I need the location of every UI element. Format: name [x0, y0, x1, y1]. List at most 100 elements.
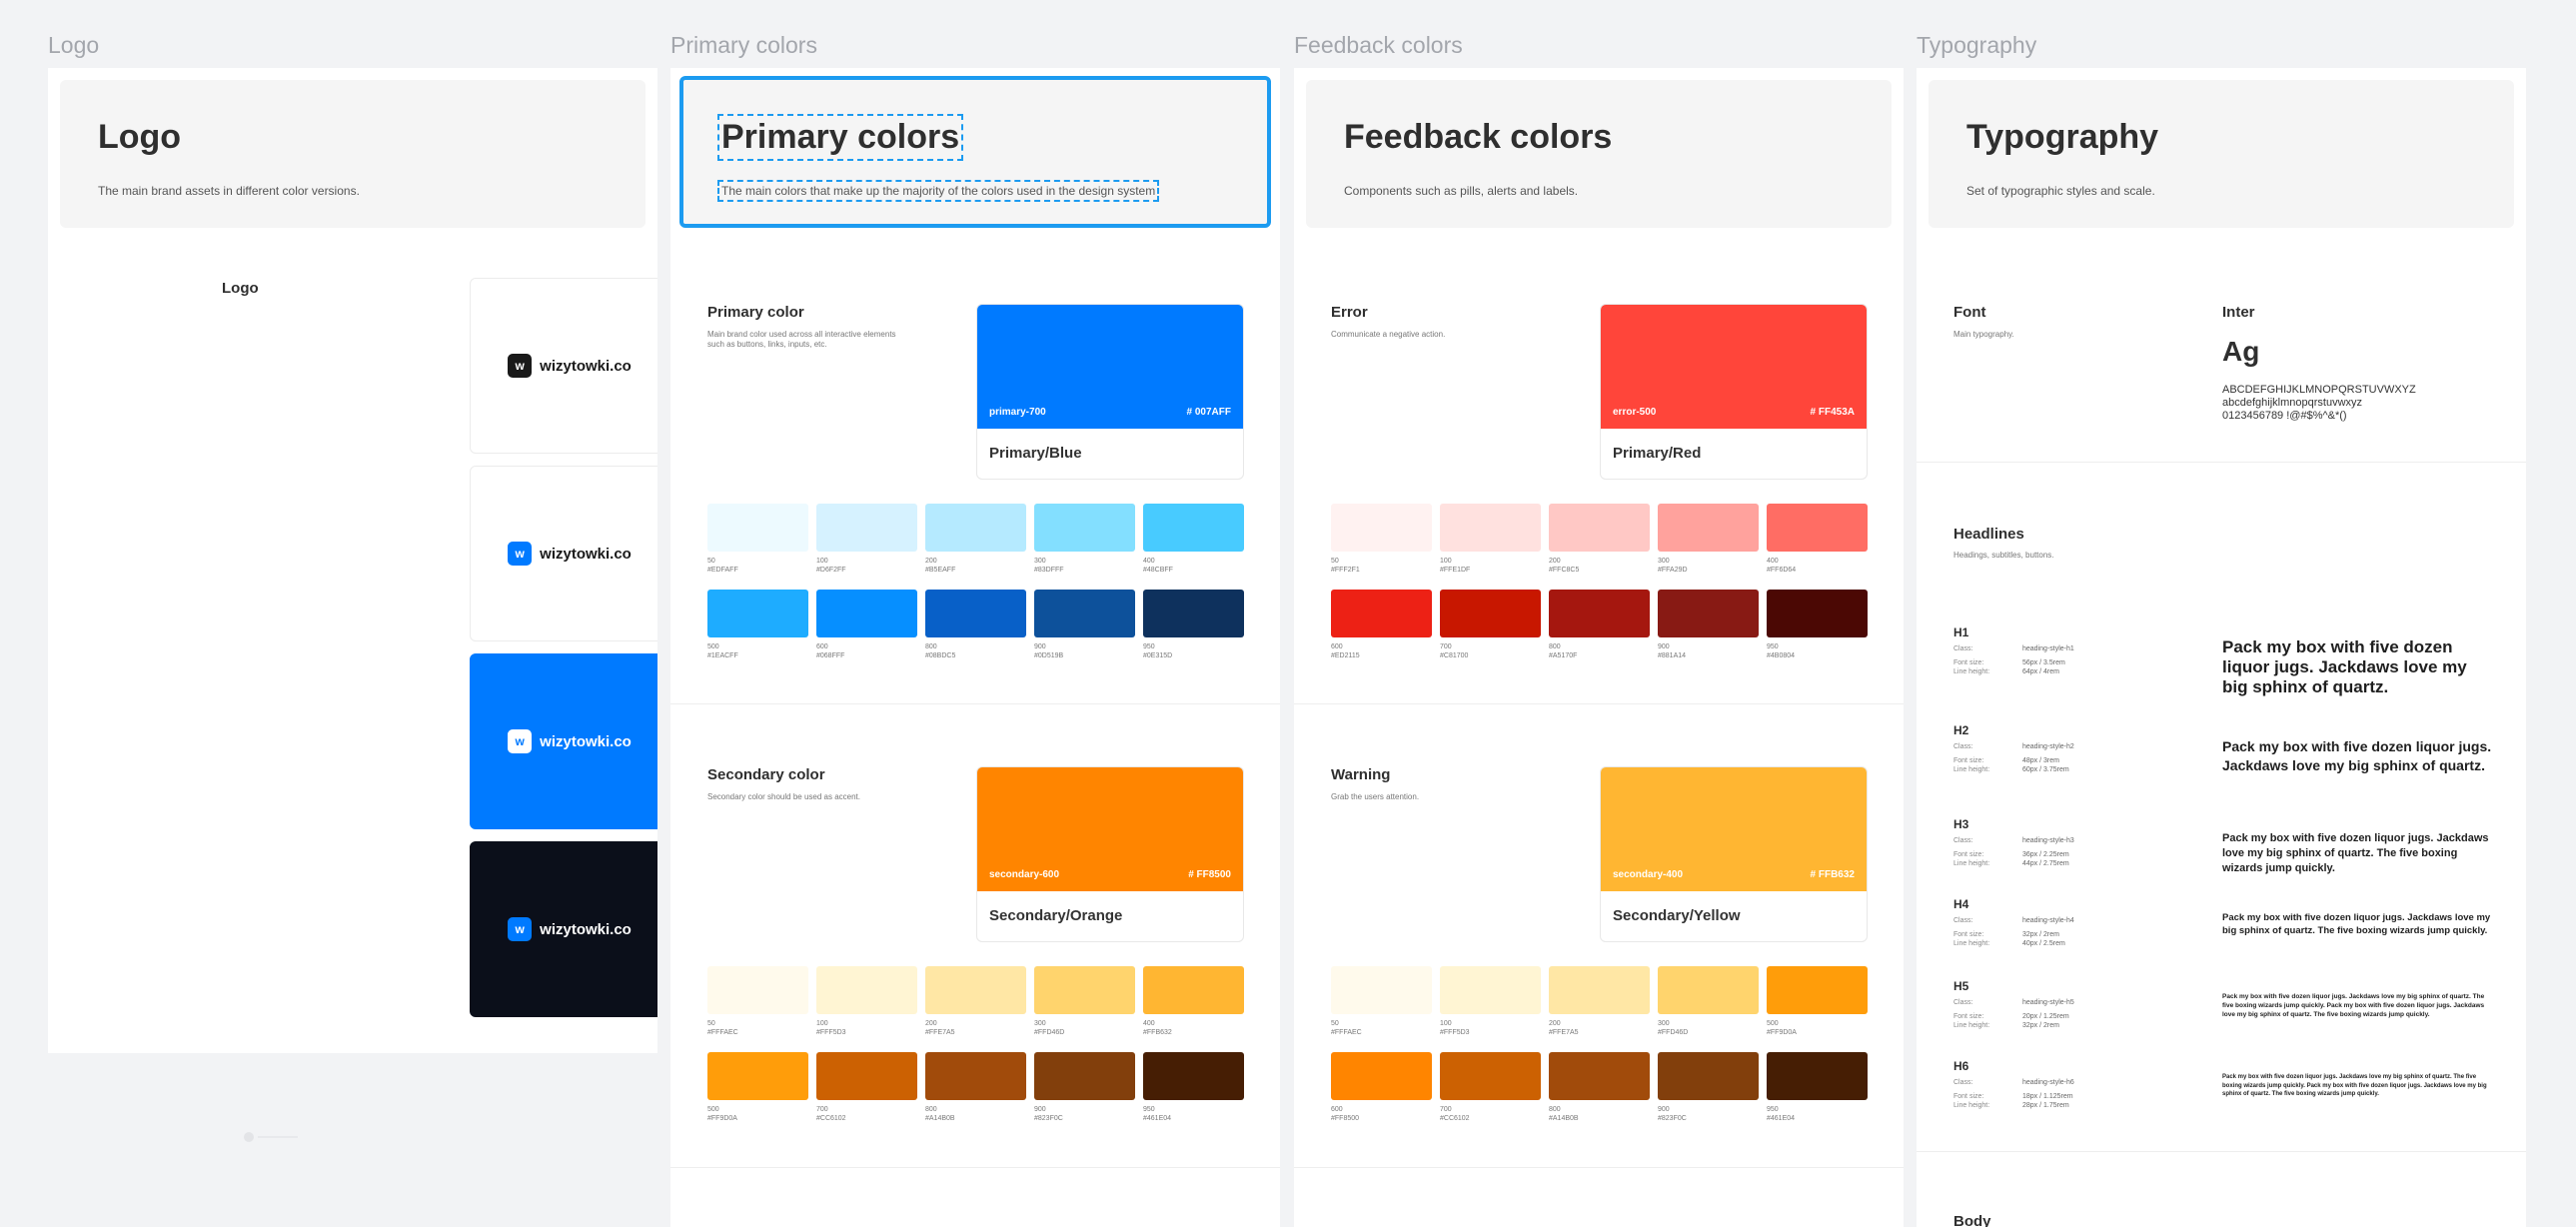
line-height-value: 44px / 2.75rem — [2022, 860, 2069, 867]
color-swatch[interactable] — [1143, 1052, 1244, 1100]
font-size-label: Font size: — [1953, 1093, 1984, 1100]
swatch-hex: #FFA29D — [1658, 567, 1688, 574]
color-swatch[interactable] — [1331, 590, 1432, 637]
color-swatch[interactable] — [1658, 504, 1759, 552]
color-swatch[interactable] — [1767, 504, 1868, 552]
swatch-hex: #FFD46D — [1034, 1029, 1065, 1036]
swatch-hex: #A14B0B — [1549, 1115, 1579, 1122]
logo-frame[interactable]: Logo The main brand assets in different … — [48, 68, 657, 1053]
swatch-step: 950 — [1143, 1106, 1155, 1113]
swatch-hex: #0D519B — [1034, 652, 1064, 659]
class-value: heading-style-h2 — [2022, 743, 2074, 750]
feedback-hero: Feedback colors Components such as pills… — [1306, 80, 1892, 228]
line-height-value: 32px / 2rem — [2022, 1022, 2059, 1029]
color-swatch[interactable] — [1143, 504, 1244, 552]
color-swatch[interactable] — [1034, 1052, 1135, 1100]
color-swatch[interactable] — [1549, 590, 1650, 637]
page-description: Set of typographic styles and scale. — [1966, 184, 2155, 198]
swatch-step: 700 — [1440, 1106, 1452, 1113]
swatch-step: 500 — [707, 1106, 719, 1113]
font-label: Font — [1953, 304, 1986, 321]
color-swatch[interactable] — [1331, 1052, 1432, 1100]
section-divider — [1294, 1167, 1904, 1168]
color-swatch[interactable] — [1143, 590, 1244, 637]
warning-color-card[interactable]: secondary-400 # FFB632 Secondary/Yellow — [1600, 766, 1868, 942]
font-size-value: 56px / 3.5rem — [2022, 659, 2065, 666]
font-name: Inter — [2222, 304, 2255, 321]
primary-colors-frame[interactable]: Primary colors The main colors that make… — [670, 68, 1280, 1227]
secondary-color-card[interactable]: secondary-600 # FF8500 Secondary/Orange — [976, 766, 1244, 942]
swatch-step: 300 — [1658, 1020, 1670, 1027]
color-token: primary-700 — [989, 407, 1046, 418]
font-size-value: 36px / 2.25rem — [2022, 851, 2069, 858]
color-swatch[interactable] — [1331, 504, 1432, 552]
error-color-card[interactable]: error-500 # FF453A Primary/Red — [1600, 304, 1868, 480]
color-swatch[interactable] — [707, 504, 808, 552]
color-swatch[interactable] — [1143, 966, 1244, 1014]
class-label: Class: — [1953, 917, 1973, 924]
logo-card-blue[interactable]: w wizytowki.co — [470, 653, 657, 829]
swatch-step: 50 — [1331, 1020, 1339, 1027]
logo-mark-icon: w — [508, 542, 533, 566]
color-swatch[interactable] — [1549, 1052, 1650, 1100]
color-swatch[interactable] — [1658, 1052, 1759, 1100]
logo-card-light-blue[interactable]: w wizytowki.co — [470, 466, 657, 641]
swatch-step: 50 — [707, 1020, 715, 1027]
primary-color-card[interactable]: primary-700 # 007AFF Primary/Blue — [976, 304, 1244, 480]
color-swatch[interactable] — [707, 966, 808, 1014]
color-swatch[interactable] — [1440, 1052, 1541, 1100]
swatch-step: 950 — [1767, 1106, 1779, 1113]
feedback-colors-frame[interactable]: Feedback colors Components such as pills… — [1294, 68, 1904, 1227]
color-swatch[interactable] — [1658, 590, 1759, 637]
swatch-hex: #FFFAEC — [1331, 1029, 1362, 1036]
logo-section-title: Logo — [222, 280, 259, 297]
class-value: heading-style-h1 — [2022, 645, 2074, 652]
color-swatch[interactable] — [925, 504, 1026, 552]
section-divider — [1917, 1151, 2526, 1152]
color-swatch[interactable] — [925, 966, 1026, 1014]
character-set: ABCDEFGHIJKLMNOPQRSTUVWXYZ abcdefghijklm… — [2222, 384, 2416, 423]
swatch-step: 400 — [1143, 558, 1155, 565]
color-swatch[interactable] — [1767, 1052, 1868, 1100]
swatch-step: 950 — [1143, 643, 1155, 650]
color-swatch[interactable] — [925, 590, 1026, 637]
swatch-step: 200 — [925, 1020, 937, 1027]
swatch-step: 900 — [1658, 643, 1670, 650]
color-swatch[interactable] — [1440, 966, 1541, 1014]
class-value: heading-style-h3 — [2022, 837, 2074, 844]
color-swatch[interactable] — [1658, 966, 1759, 1014]
color-swatch[interactable] — [925, 1052, 1026, 1100]
color-swatch[interactable] — [1331, 966, 1432, 1014]
swatch-step: 300 — [1034, 1020, 1046, 1027]
swatch-hex: #FFF5D3 — [816, 1029, 846, 1036]
swatch-hex: #ED2115 — [1331, 652, 1360, 659]
color-swatch[interactable] — [816, 590, 917, 637]
swatch-step: 200 — [1549, 558, 1561, 565]
color-swatch[interactable] — [1034, 966, 1135, 1014]
color-swatch[interactable] — [816, 966, 917, 1014]
heading-label: H2 — [1953, 723, 1969, 737]
color-swatch[interactable] — [1440, 590, 1541, 637]
color-swatch[interactable] — [707, 1052, 808, 1100]
color-swatch[interactable] — [1549, 966, 1650, 1014]
color-swatch[interactable] — [816, 1052, 917, 1100]
logo-card-light-dark[interactable]: w wizytowki.co — [470, 278, 657, 454]
primary-hero[interactable]: Primary colors The main colors that make… — [679, 76, 1271, 228]
logo-card-dark[interactable]: w wizytowki.co — [470, 841, 657, 1017]
color-swatch[interactable] — [1767, 590, 1868, 637]
color-swatch[interactable] — [816, 504, 917, 552]
color-swatch[interactable] — [1440, 504, 1541, 552]
h3-sample: Pack my box with five dozen liquor jugs.… — [2222, 832, 2489, 874]
color-swatch[interactable] — [1767, 966, 1868, 1014]
color-swatch[interactable] — [1549, 504, 1650, 552]
section-divider — [1294, 703, 1904, 704]
color-swatch[interactable] — [1034, 504, 1135, 552]
swatch-hex: #08BDC5 — [925, 652, 956, 659]
swatch-hex: #461E04 — [1143, 1115, 1172, 1122]
color-swatch[interactable] — [1034, 590, 1135, 637]
page-description: The main brand assets in different color… — [98, 184, 360, 198]
line-height-label: Line height: — [1953, 1102, 1990, 1109]
body-title: Body — [1953, 1213, 1991, 1227]
frame-label-typography: Typography — [1917, 32, 2037, 58]
color-swatch[interactable] — [707, 590, 808, 637]
